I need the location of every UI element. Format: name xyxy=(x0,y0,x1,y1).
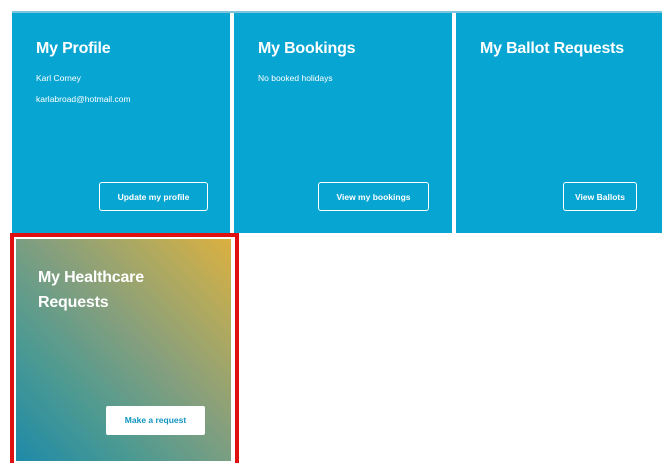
profile-email: karlabroad@hotmail.com xyxy=(36,94,131,104)
bookings-card-title: My Bookings xyxy=(258,40,356,57)
make-request-button[interactable]: Make a request xyxy=(106,406,205,435)
bookings-card: My Bookings No booked holidays View my b… xyxy=(234,13,452,233)
view-ballots-button[interactable]: View Ballots xyxy=(563,182,637,211)
healthcare-card-title: My Healthcare Requests xyxy=(38,269,144,311)
view-bookings-button[interactable]: View my bookings xyxy=(318,182,429,211)
bookings-status: No booked holidays xyxy=(258,73,333,83)
profile-name: Karl Corney xyxy=(36,73,81,83)
profile-card-title: My Profile xyxy=(36,40,111,57)
update-profile-button[interactable]: Update my profile xyxy=(99,182,208,211)
ballot-requests-card: My Ballot Requests View Ballots xyxy=(456,13,662,233)
profile-card: My Profile Karl Corney karlabroad@hotmai… xyxy=(12,13,230,233)
healthcare-requests-card: My Healthcare Requests Make a request xyxy=(16,239,231,461)
ballot-requests-card-title: My Ballot Requests xyxy=(480,40,624,57)
